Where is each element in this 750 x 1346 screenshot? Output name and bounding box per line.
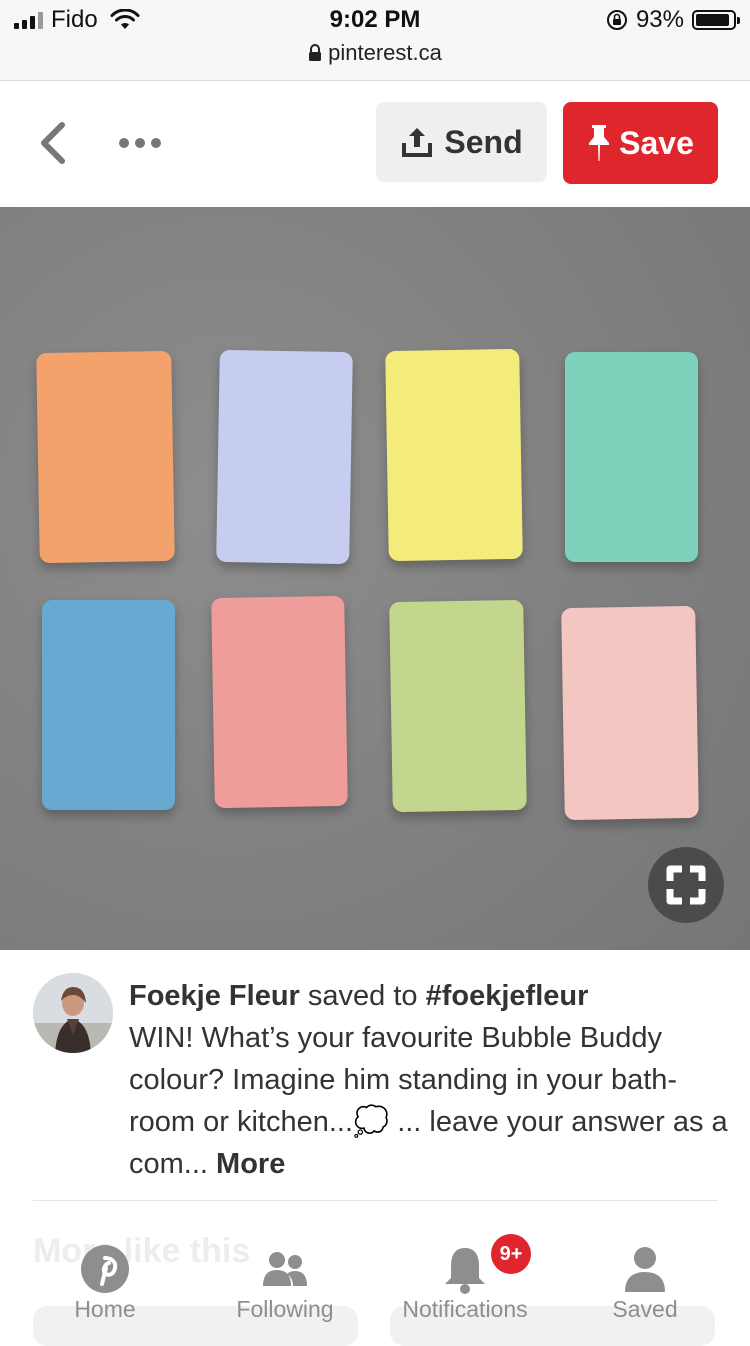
- orange-soap-tile: [36, 350, 175, 564]
- divider: [33, 1200, 718, 1201]
- pushpin-icon: [589, 125, 610, 161]
- tab-home[interactable]: Home: [15, 1238, 195, 1334]
- tab-saved[interactable]: Saved: [555, 1238, 735, 1334]
- saved-to-text: saved to: [307, 980, 418, 1012]
- save-button[interactable]: Save: [563, 102, 718, 184]
- more-link[interactable]: More: [216, 1148, 285, 1180]
- yellow-soap-tile: [385, 348, 523, 562]
- peach-soap-tile: [561, 605, 699, 821]
- share-upload-icon: [402, 128, 433, 157]
- tab-home-label: Home: [74, 1296, 136, 1322]
- send-button[interactable]: Send: [376, 102, 547, 182]
- pink-soap-tile: [211, 595, 348, 809]
- notification-badge: 9+: [491, 1234, 531, 1274]
- tab-notifications-label: Notifications: [402, 1296, 528, 1322]
- pinterest-logo-icon: [81, 1245, 129, 1293]
- tab-following[interactable]: Following: [195, 1238, 375, 1334]
- orientation-lock-icon: [606, 10, 627, 30]
- more-options-button[interactable]: [116, 133, 166, 153]
- bell-icon: [445, 1248, 485, 1294]
- url-text: pinterest.ca: [328, 40, 442, 65]
- bottom-tab-bar: Home Following 9+ Notifications Saved: [0, 1234, 750, 1334]
- tab-notifications[interactable]: 9+ Notifications: [375, 1234, 555, 1334]
- green-soap-tile: [389, 599, 527, 813]
- lavender-soap-tile: [216, 349, 353, 565]
- save-label: Save: [619, 124, 694, 161]
- people-icon: [263, 1252, 307, 1286]
- more-dots-icon: [119, 138, 161, 148]
- pin-action-bar: Send Save: [0, 81, 750, 205]
- back-button[interactable]: [32, 119, 72, 167]
- pinner-name-link[interactable]: Foekje Fleur: [129, 980, 300, 1012]
- expand-icon: [666, 865, 706, 905]
- pin-description: Foekje Fleur saved to #foekjefleur WIN! …: [129, 975, 729, 1185]
- battery-info: 93%: [606, 6, 740, 34]
- thought-bubble-emoji: 💭: [353, 1106, 390, 1138]
- lock-icon: [309, 44, 322, 61]
- send-label: Send: [444, 123, 523, 160]
- mint-soap-tile: [565, 352, 698, 562]
- expand-image-button[interactable]: [648, 847, 724, 923]
- pin-image[interactable]: [0, 207, 750, 950]
- tab-saved-label: Saved: [612, 1296, 678, 1322]
- battery-percent: 93%: [635, 6, 684, 33]
- avatar-photo: [33, 973, 113, 1053]
- person-icon: [625, 1247, 665, 1292]
- chevron-left-icon: [41, 122, 65, 164]
- tab-following-label: Following: [236, 1296, 334, 1322]
- blue-soap-tile: [42, 600, 175, 810]
- battery-icon: [692, 10, 740, 30]
- board-link[interactable]: #foekjefleur: [426, 980, 589, 1012]
- user-avatar[interactable]: [33, 973, 113, 1053]
- url-bar[interactable]: pinterest.ca: [0, 40, 750, 66]
- status-bar: Fido 9:02 PM pinterest.ca 93%: [0, 0, 750, 81]
